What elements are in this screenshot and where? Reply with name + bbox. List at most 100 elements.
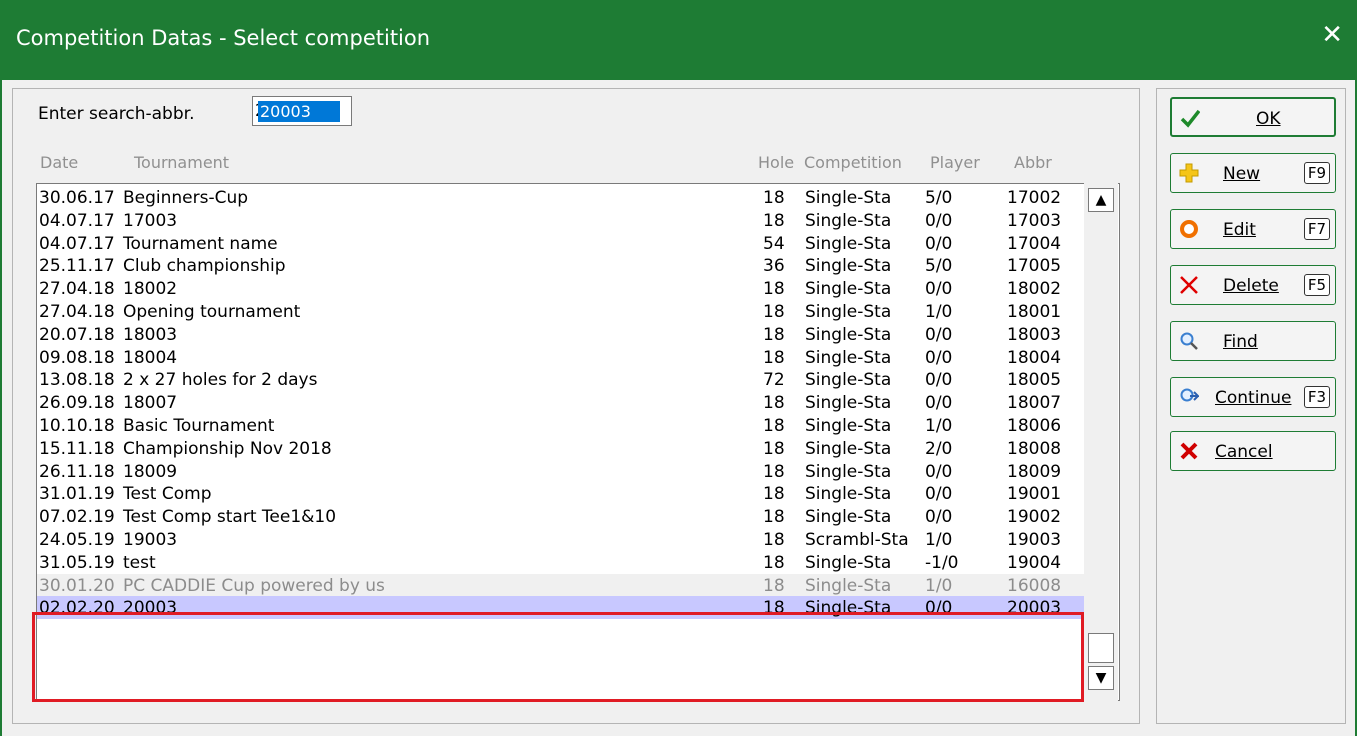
header-date[interactable]: Date — [40, 153, 78, 172]
table-row[interactable]: 15.11.18 Championship Nov 2018 18 Single-St… — [37, 437, 1087, 460]
cell-abbr: 18008 — [1007, 438, 1062, 459]
list-scrollbar[interactable]: ▲ ▼ — [1084, 183, 1118, 701]
cell-date: 25.11.17 — [39, 256, 115, 277]
cell-hole: 18 — [763, 575, 785, 596]
cell-tournament: Beginners-Cup — [123, 188, 249, 208]
cell-abbr: 17004 — [1007, 233, 1062, 254]
plus-icon — [1179, 163, 1199, 183]
cell-hole: 18 — [763, 484, 785, 505]
competition-list[interactable]: 30.06.17 Beginners-Cup 18 Single-Sta 5/0 1700… — [36, 183, 1120, 701]
table-row[interactable]: 31.05.19 test 18 Single-Sta -1/0 19004 — [37, 551, 1087, 574]
header-tournament[interactable]: Tournament — [134, 153, 229, 172]
cell-date: 15.11.18 — [39, 438, 115, 459]
table-row[interactable]: 25.11.17 Club championship 36 Single-Sta 5/0… — [37, 254, 1087, 277]
table-row[interactable]: 07.02.19 Test Comp start Tee1&10 18 Single-… — [37, 505, 1087, 528]
checkmark-icon — [1180, 109, 1200, 128]
cell-tournament: Tournament name — [123, 233, 278, 254]
close-icon[interactable]: ✕ — [1321, 22, 1343, 48]
cell-hole: 18 — [763, 302, 785, 322]
table-row[interactable]: 30.06.17 Beginners-Cup 18 Single-Sta 5/0 1700… — [37, 186, 1087, 209]
new-button[interactable]: New F9 — [1170, 153, 1336, 193]
cell-competition: Single-Sta — [805, 188, 892, 208]
table-row[interactable]: 30.01.20 PC CADDIE Cup powered by us 18 Sin… — [37, 573, 1087, 597]
cell-player: 0/0 — [925, 324, 953, 345]
continue-button-label: Continue — [1215, 388, 1292, 408]
cell-competition: Single-Sta — [805, 552, 892, 573]
cell-abbr: 17005 — [1007, 256, 1062, 277]
scroll-up-icon[interactable]: ▲ — [1088, 188, 1114, 212]
delete-button[interactable]: Delete F5 — [1170, 265, 1336, 305]
cell-competition: Single-Sta — [805, 279, 892, 300]
cell-hole: 18 — [763, 210, 785, 231]
table-row[interactable]: 04.07.17 Tournament name 54 Single-Sta 0/0 17… — [37, 232, 1087, 255]
header-player[interactable]: Player — [930, 153, 980, 172]
table-row[interactable]: 13.08.18 2 x 27 holes for 2 days 72 Single-… — [37, 368, 1087, 391]
cell-tournament: 18004 — [123, 347, 178, 368]
cell-tournament: Test Comp — [123, 484, 212, 505]
cell-hole: 18 — [763, 188, 785, 208]
delete-shortcut: F5 — [1303, 274, 1330, 296]
cell-hole: 18 — [763, 416, 785, 436]
cell-competition: Single-Sta — [805, 507, 892, 528]
cell-competition: Single-Sta — [805, 575, 892, 596]
cell-player: 0/0 — [925, 279, 953, 300]
continue-button[interactable]: Continue F3 — [1170, 377, 1336, 417]
find-button-label: Find — [1223, 332, 1258, 352]
cell-competition: Single-Sta — [805, 233, 892, 254]
cell-date: 07.02.19 — [39, 507, 115, 528]
table-row[interactable]: 04.07.17 17003 18 Single-Sta 0/0 17003 — [37, 209, 1087, 232]
cell-date: 10.10.18 — [39, 416, 115, 436]
cell-competition: Single-Sta — [805, 370, 892, 391]
cell-hole: 36 — [763, 256, 785, 277]
header-abbr[interactable]: Abbr — [1014, 153, 1052, 172]
table-row[interactable]: 27.04.18 18002 18 Single-Sta 0/0 18002 — [37, 277, 1087, 300]
cell-date: 30.06.17 — [39, 188, 115, 208]
header-competition[interactable]: Competition — [804, 153, 902, 172]
table-row[interactable]: 26.11.18 18009 18 Single-Sta 0/0 18009 — [37, 460, 1087, 483]
cell-tournament: Opening tournament — [123, 302, 301, 322]
find-button[interactable]: Find — [1170, 321, 1336, 361]
cancel-button[interactable]: Cancel — [1170, 431, 1336, 471]
window-title: Competition Datas - Select competition — [16, 26, 431, 50]
cell-competition: Single-Sta — [805, 347, 892, 368]
cell-tournament: Championship Nov 2018 — [123, 438, 332, 459]
scroll-thumb[interactable] — [1088, 633, 1114, 663]
table-row[interactable]: 26.09.18 18007 18 Single-Sta 0/0 18007 — [37, 391, 1087, 414]
cell-player: 0/0 — [925, 370, 953, 391]
table-row[interactable]: 27.04.18 Opening tournament 18 Single-Sta 1/… — [37, 300, 1087, 323]
cell-competition: Scrambl-Sta — [805, 530, 909, 550]
ok-button-label: OK — [1256, 109, 1281, 129]
cell-competition: Single-Sta — [805, 416, 892, 436]
cell-competition: Single-Sta — [805, 302, 892, 322]
cell-date: 31.05.19 — [39, 552, 115, 573]
cell-player: 0/0 — [925, 507, 953, 528]
table-row[interactable]: 10.10.18 Basic Tournament 18 Single-Sta 1/0 1… — [37, 414, 1087, 437]
table-row[interactable]: 24.05.19 19003 18 Scrambl-Sta 1/0 19003 — [37, 528, 1087, 551]
cell-date: 27.04.18 — [39, 302, 115, 322]
continue-shortcut: F3 — [1303, 386, 1330, 408]
cell-abbr: 18009 — [1007, 461, 1062, 482]
cell-player: 0/0 — [925, 484, 953, 505]
table-row[interactable]: 09.08.18 18004 18 Single-Sta 0/0 18004 — [37, 346, 1087, 369]
cell-competition: Single-Sta — [805, 598, 892, 619]
cell-player: 0/0 — [925, 461, 953, 482]
header-hole[interactable]: Hole — [758, 153, 794, 172]
table-row[interactable]: 02.02.20 20003 18 Single-Sta 0/0 20003 — [37, 596, 1087, 620]
cell-hole: 18 — [763, 598, 785, 619]
ok-button[interactable]: OK — [1170, 97, 1336, 137]
cell-date: 26.11.18 — [39, 461, 115, 482]
cell-player: 2/0 — [925, 438, 953, 459]
search-input[interactable] — [252, 96, 352, 126]
scroll-down-icon[interactable]: ▼ — [1088, 666, 1114, 690]
cell-abbr: 19002 — [1007, 507, 1062, 528]
cell-competition: Single-Sta — [805, 393, 892, 414]
cell-tournament: 20003 — [123, 598, 178, 619]
table-row[interactable]: 20.07.18 18003 18 Single-Sta 0/0 18003 — [37, 323, 1087, 346]
delete-button-label: Delete — [1223, 276, 1279, 296]
cell-date: 26.09.18 — [39, 393, 115, 414]
cell-tournament: 19003 — [123, 530, 178, 550]
table-row[interactable]: 31.01.19 Test Comp 18 Single-Sta 0/0 19001 — [37, 482, 1087, 505]
edit-button[interactable]: Edit F7 — [1170, 209, 1336, 249]
cell-competition: Single-Sta — [805, 461, 892, 482]
cell-abbr: 18001 — [1007, 302, 1062, 322]
